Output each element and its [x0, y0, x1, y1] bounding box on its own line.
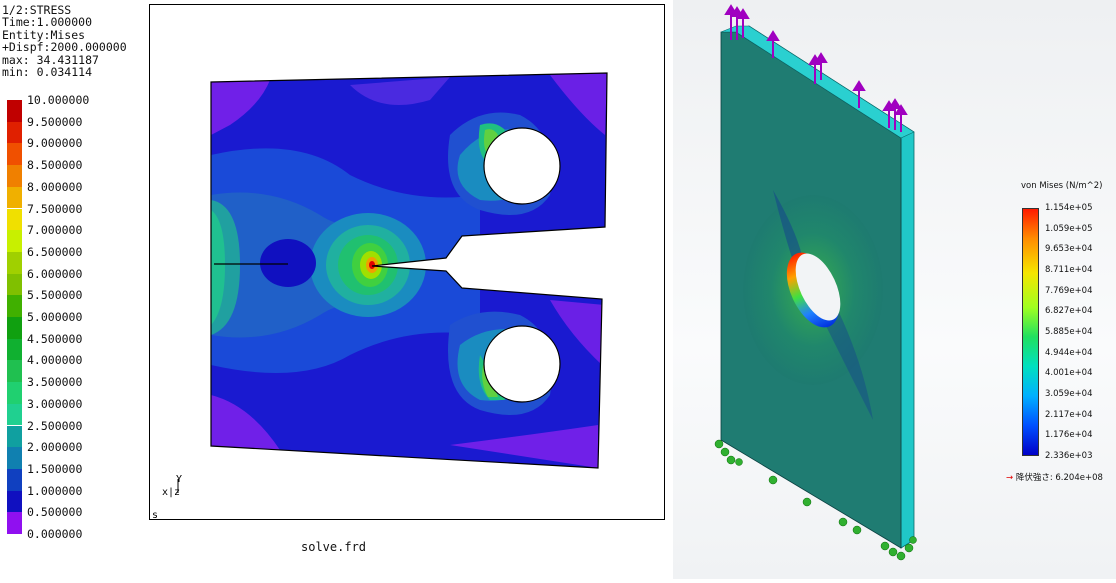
axis-xz-label: x|z	[162, 487, 180, 498]
von-mises-tick-label: 3.059e+04	[1045, 389, 1093, 399]
legend-label: 3.500000	[27, 375, 83, 390]
legend-swatch	[7, 143, 22, 166]
von-mises-tick-label: 1.154e+05	[1045, 203, 1093, 213]
legend-swatch	[7, 425, 22, 448]
legend-swatch	[7, 230, 22, 252]
legend-label: 5.000000	[27, 310, 83, 324]
legend-swatch	[7, 317, 22, 339]
von-mises-tick-label: 6.827e+04	[1045, 306, 1093, 317]
legend-label: 2.500000	[27, 418, 83, 433]
legend-label: 1.000000	[27, 483, 83, 498]
von-mises-tick-label: 8.711e+04	[1045, 265, 1093, 275]
info-line: +Dispf:2000.000000	[2, 40, 127, 55]
legend-swatch	[7, 382, 22, 404]
yield-strength-label: → 降伏強さ: 6.204e+08	[1006, 471, 1103, 483]
von-mises-color-bar	[1022, 208, 1039, 456]
lower-hole	[483, 325, 561, 403]
legend-swatch	[7, 468, 22, 491]
legend-label: 6.000000	[27, 266, 83, 281]
von-mises-tick-label: 2.336e+03	[1045, 451, 1093, 461]
legend-swatch	[7, 208, 22, 231]
corner-mark: s	[152, 510, 158, 521]
legend-label: 10.000000	[27, 93, 90, 107]
legend-label: 9.500000	[27, 114, 83, 129]
von-mises-tick-label: 1.176e+04	[1045, 430, 1093, 441]
file-name-label: solve.frd	[301, 540, 367, 554]
legend-swatch	[7, 447, 22, 469]
arrow-right-icon: →	[1006, 473, 1014, 483]
legend-label: 4.500000	[27, 331, 83, 346]
von-mises-tick-label: 4.001e+04	[1045, 368, 1093, 379]
legend-label: 0.500000	[27, 505, 83, 520]
von-mises-title: von Mises (N/m^2)	[1021, 181, 1103, 191]
legend-swatch	[7, 273, 22, 296]
legend-swatch	[7, 360, 22, 383]
legend-label: 3.000000	[27, 396, 83, 411]
info-line: Time:1.000000	[2, 15, 93, 30]
legend-swatch	[7, 121, 22, 144]
yield-strength-text: 降伏強さ: 6.204e+08	[1015, 473, 1103, 483]
von-mises-tick-label: 2.117e+04	[1045, 409, 1093, 420]
result-info: 1/2:STRESS Time:1.000000 Entity:Mises +D…	[2, 4, 127, 80]
fem-viewport[interactable]: Y x|z s	[149, 4, 665, 521]
legend-swatch	[7, 490, 22, 513]
legend-swatch	[7, 512, 22, 534]
von-mises-tick-label: 9.653e+04	[1045, 244, 1093, 255]
upper-hole	[483, 127, 561, 205]
legend-label: 9.000000	[27, 136, 83, 151]
axis-y-label: Y	[176, 474, 182, 485]
legend-label: 2.000000	[27, 440, 83, 455]
fem-contour-plot: Y x|z s	[152, 72, 608, 521]
von-mises-tick-label: 7.769e+04	[1045, 285, 1093, 296]
legend-swatch	[7, 403, 22, 426]
von-mises-tick-label: 4.944e+04	[1045, 347, 1093, 358]
legend-swatch	[7, 100, 22, 122]
legend-label: 7.500000	[27, 201, 83, 216]
legend-label: 8.500000	[27, 158, 83, 173]
legend-label: 4.000000	[27, 353, 83, 368]
legend-swatch	[7, 251, 22, 274]
legend-label: 6.500000	[27, 244, 83, 259]
legend-label: 1.500000	[27, 461, 83, 476]
legend-swatch	[7, 186, 22, 209]
legend-label: 0.000000	[27, 527, 83, 541]
legend-swatch	[7, 338, 22, 361]
von-mises-tick-label: 5.885e+04	[1045, 327, 1093, 337]
info-line: min: 0.034114	[2, 65, 93, 80]
legend-swatch	[7, 295, 22, 317]
von-mises-tick-label: 1.059e+05	[1045, 223, 1093, 234]
legend-label: 5.500000	[27, 288, 83, 303]
legend-label: 8.000000	[27, 179, 83, 194]
legend-swatch	[7, 165, 22, 187]
legend-label: 7.000000	[27, 223, 83, 238]
